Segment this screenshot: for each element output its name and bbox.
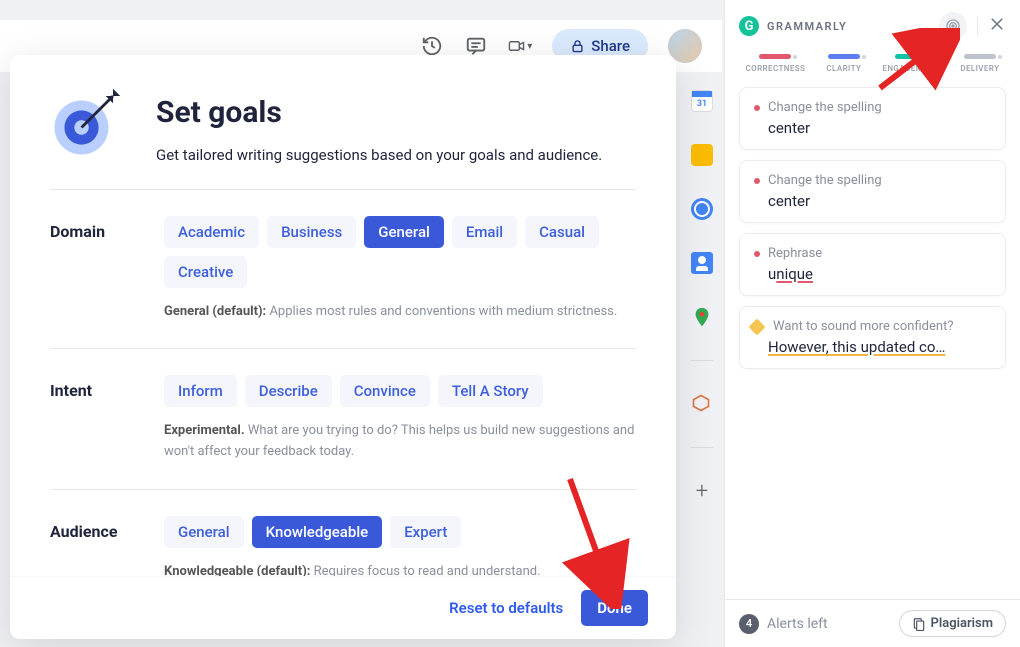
card-label: Change the spelling [768, 100, 882, 115]
card-text: However, this updated co… [754, 338, 991, 356]
alert-dot-icon [754, 178, 760, 184]
section-audience: Audience GeneralKnowledgeableExpert Knowle… [50, 490, 636, 576]
grammarly-suggestions: Change the spellingcenterChange the spel… [725, 87, 1020, 599]
card-label: Rephrase [768, 246, 822, 261]
chip-inform[interactable]: Inform [164, 375, 237, 407]
card-label: Change the spelling [768, 173, 882, 188]
section-hint: General (default): Applies most rules an… [164, 302, 636, 323]
chip-business[interactable]: Business [267, 216, 356, 248]
suggestion-card[interactable]: Change the spelling center [739, 87, 1006, 150]
grammarly-panel: G GRAMMARLY CORRECTNESS CLARITY ENGAGEMENT… [724, 0, 1020, 647]
section-hint: Knowledgeable (default): Requires focus … [164, 562, 636, 576]
section-domain: Domain AcademicBusinessGeneralEmailCasual… [50, 190, 636, 350]
grammarly-logo-icon: G [739, 16, 759, 36]
tasks-icon[interactable] [691, 198, 713, 220]
card-text: center [754, 192, 991, 210]
goals-icon[interactable] [939, 12, 967, 40]
plagiarism-button[interactable]: Plagiarism [899, 610, 1007, 637]
keep-icon[interactable] [691, 144, 713, 166]
section-label: Domain [50, 216, 130, 323]
suggestion-card[interactable]: Want to sound more confident? However, th… [739, 306, 1006, 369]
chip-general[interactable]: General [164, 516, 244, 548]
section-intent: Intent InformDescribeConvinceTell A Story… [50, 349, 636, 490]
side-panel-rail: 31 + [682, 70, 722, 502]
chip-knowledgeable[interactable]: Knowledgeable [252, 516, 383, 548]
chip-creative[interactable]: Creative [164, 256, 247, 288]
target-icon [50, 87, 122, 163]
plagiarism-label: Plagiarism [931, 616, 994, 631]
suggestion-card[interactable]: Rephrase unique [739, 233, 1006, 296]
chip-general[interactable]: General [364, 216, 444, 248]
contacts-icon[interactable] [691, 252, 713, 274]
chip-convince[interactable]: Convince [340, 375, 430, 407]
addon-icon[interactable] [691, 393, 713, 415]
share-label: Share [591, 37, 630, 55]
grammarly-footer: 4 Alerts left Plagiarism [725, 599, 1020, 647]
tab-delivery[interactable]: DELIVERY [960, 54, 999, 73]
premium-icon [749, 318, 766, 335]
section-label: Intent [50, 375, 130, 463]
section-label: Audience [50, 516, 130, 576]
alert-count: 4 [739, 614, 759, 634]
modal-title: Set goals [156, 95, 602, 130]
chip-casual[interactable]: Casual [525, 216, 599, 248]
section-hint: Experimental. What are you trying to do?… [164, 421, 636, 463]
tab-engagement[interactable]: ENGAGEMENT [882, 54, 939, 73]
card-text: center [754, 119, 991, 137]
grammarly-header: G GRAMMARLY [725, 0, 1020, 48]
reset-button[interactable]: Reset to defaults [449, 599, 563, 617]
tab-correctness[interactable]: CORRECTNESS [746, 54, 806, 73]
chip-email[interactable]: Email [452, 216, 517, 248]
chip-academic[interactable]: Academic [164, 216, 259, 248]
grammarly-brand: GRAMMARLY [767, 20, 847, 33]
chip-expert[interactable]: Expert [390, 516, 461, 548]
card-text: unique [754, 265, 991, 283]
add-icon[interactable]: + [691, 480, 713, 502]
card-label: Want to sound more confident? [773, 319, 953, 334]
alert-dot-icon [754, 251, 760, 257]
grammarly-tabs: CORRECTNESS CLARITY ENGAGEMENT DELIVERY [725, 48, 1020, 87]
alerts-left[interactable]: 4 Alerts left [739, 614, 828, 634]
maps-icon[interactable] [691, 306, 713, 328]
close-icon[interactable] [988, 15, 1006, 37]
calendar-icon[interactable]: 31 [691, 90, 713, 112]
alerts-text: Alerts left [767, 616, 828, 632]
done-button[interactable]: Done [581, 590, 648, 626]
alert-dot-icon [754, 105, 760, 111]
modal-subtitle: Get tailored writing suggestions based o… [156, 144, 602, 167]
set-goals-modal: Set goals Get tailored writing suggestio… [10, 55, 676, 639]
suggestion-card[interactable]: Change the spelling center [739, 160, 1006, 223]
chip-describe[interactable]: Describe [245, 375, 332, 407]
tab-clarity[interactable]: CLARITY [826, 54, 861, 73]
modal-footer: Reset to defaults Done [10, 576, 676, 639]
chip-tell-a-story[interactable]: Tell A Story [438, 375, 543, 407]
